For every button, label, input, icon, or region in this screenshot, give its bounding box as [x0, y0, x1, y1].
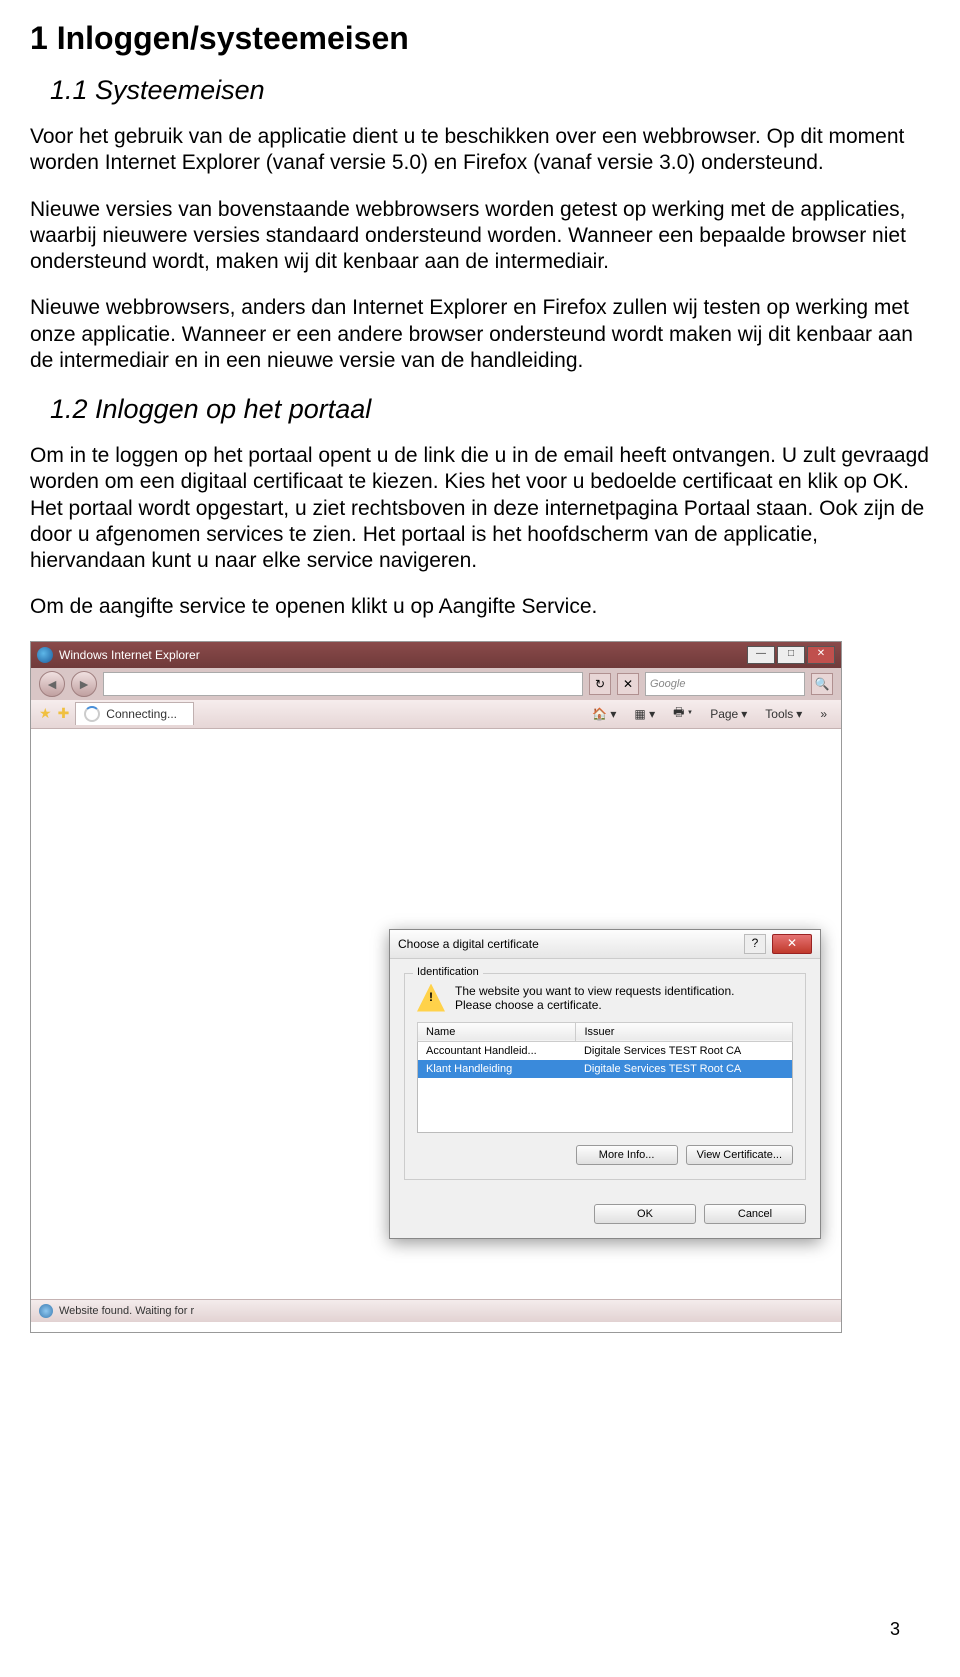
- back-button[interactable]: ◄: [39, 671, 65, 697]
- page-number: 3: [890, 1619, 900, 1640]
- heading-1: 1 Inloggen/systeemeisen: [30, 20, 930, 57]
- paragraph: Voor het gebruik van de applicatie dient…: [30, 124, 930, 177]
- col-issuer[interactable]: Issuer: [576, 1022, 793, 1041]
- window-titlebar: Windows Internet Explorer — □ ✕: [31, 642, 841, 668]
- home-icon: 🏠: [592, 707, 607, 721]
- dialog-title: Choose a digital certificate: [398, 937, 539, 951]
- dialog-help-button[interactable]: ?: [744, 934, 766, 954]
- search-placeholder: Google: [650, 678, 685, 690]
- certificate-dialog: Choose a digital certificate ? ✕ Identif…: [389, 929, 821, 1239]
- more-info-button[interactable]: More Info...: [576, 1145, 678, 1165]
- globe-icon: [39, 1304, 53, 1318]
- tools-menu[interactable]: Tools ▾: [759, 705, 808, 723]
- refresh-button[interactable]: ↻: [589, 673, 611, 695]
- browser-content: Choose a digital certificate ? ✕ Identif…: [31, 729, 841, 1299]
- table-row[interactable]: Accountant Handleid... Digitale Services…: [418, 1041, 793, 1060]
- loading-spinner-icon: [84, 706, 100, 722]
- tab-label: Connecting...: [106, 707, 177, 721]
- group-label: Identification: [413, 966, 483, 978]
- browser-screenshot: Windows Internet Explorer — □ ✕ ◄ ► ↻ ✕ …: [30, 641, 842, 1333]
- print-button[interactable]: 🖶 ▾: [667, 701, 698, 726]
- table-row[interactable]: Klant Handleiding Digitale Services TEST…: [418, 1060, 793, 1078]
- heading-1-2: 1.2 Inloggen op het portaal: [50, 394, 930, 425]
- identification-group: Identification The website you want to v…: [404, 973, 806, 1180]
- minimize-button[interactable]: —: [747, 646, 775, 664]
- paragraph: Nieuwe versies van bovenstaande webbrows…: [30, 197, 930, 276]
- cancel-button[interactable]: Cancel: [704, 1204, 806, 1224]
- window-title: Windows Internet Explorer: [59, 648, 200, 662]
- dialog-message: The website you want to view requests id…: [455, 984, 734, 998]
- dialog-close-button[interactable]: ✕: [772, 934, 812, 954]
- favorites-bar: ★ ✚ Connecting... 🏠▾ ▦ ▾ 🖶 ▾ Page ▾ Tool…: [31, 700, 841, 729]
- dialog-titlebar: Choose a digital certificate ? ✕: [390, 930, 820, 959]
- close-button[interactable]: ✕: [807, 646, 835, 664]
- maximize-button[interactable]: □: [777, 646, 805, 664]
- paragraph: Nieuwe webbrowsers, anders dan Internet …: [30, 295, 930, 374]
- certificate-table: Name Issuer Accountant Handleid... Digit…: [417, 1022, 793, 1133]
- warning-icon: [417, 984, 445, 1012]
- col-name[interactable]: Name: [418, 1022, 576, 1041]
- ok-button[interactable]: OK: [594, 1204, 696, 1224]
- search-button[interactable]: 🔍: [811, 673, 833, 695]
- stop-button[interactable]: ✕: [617, 673, 639, 695]
- paragraph: Om de aangifte service te openen klikt u…: [30, 594, 930, 620]
- nav-toolbar: ◄ ► ↻ ✕ Google 🔍: [31, 668, 841, 700]
- browser-tab[interactable]: Connecting...: [75, 702, 194, 725]
- address-bar[interactable]: [103, 672, 583, 696]
- feeds-button[interactable]: ▦ ▾: [628, 705, 661, 723]
- home-button[interactable]: 🏠▾: [586, 705, 622, 723]
- page-menu[interactable]: Page ▾: [704, 705, 753, 723]
- paragraph: Om in te loggen op het portaal opent u d…: [30, 443, 930, 574]
- add-favorite-icon[interactable]: ✚: [58, 705, 70, 722]
- more-chevron[interactable]: »: [814, 705, 833, 723]
- forward-button[interactable]: ►: [71, 671, 97, 697]
- search-input[interactable]: Google: [645, 672, 805, 696]
- heading-1-1: 1.1 Systeemeisen: [50, 75, 930, 106]
- dialog-message: Please choose a certificate.: [455, 998, 734, 1012]
- status-bar: Website found. Waiting for r: [31, 1299, 841, 1322]
- status-text: Website found. Waiting for r: [59, 1305, 194, 1317]
- view-certificate-button[interactable]: View Certificate...: [686, 1145, 793, 1165]
- favorites-icon[interactable]: ★: [39, 705, 52, 722]
- ie-icon: [37, 647, 53, 663]
